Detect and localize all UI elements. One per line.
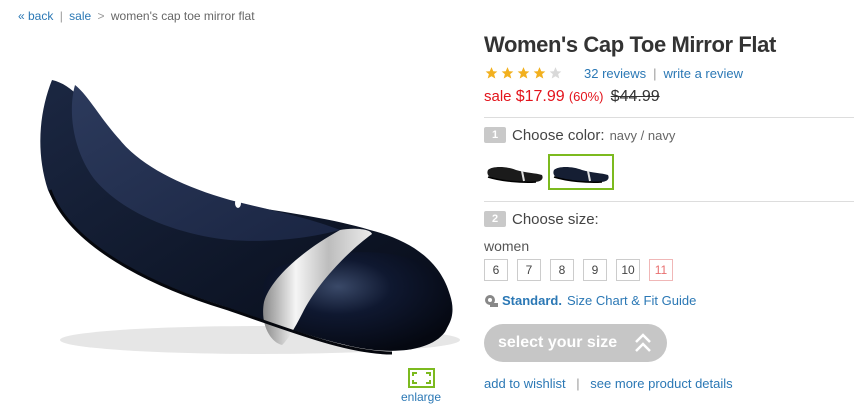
size-option[interactable]: 7 — [517, 259, 541, 281]
step-number: 2 — [484, 211, 506, 227]
size-option-unavailable[interactable]: 11 — [649, 259, 673, 281]
original-price: $44.99 — [610, 88, 660, 105]
back-link[interactable]: « back — [18, 9, 53, 23]
size-options: 6 7 8 9 10 11 — [484, 259, 854, 281]
color-value: navy / navy — [609, 127, 676, 143]
write-review-link[interactable]: write a review — [664, 66, 743, 81]
measuring-tape-icon — [485, 294, 498, 307]
navy-shoe-thumbnail — [553, 167, 609, 183]
size-section: 2 Choose size: women 6 7 8 9 10 11 — [484, 208, 854, 281]
separator: | — [653, 65, 657, 81]
navy-flat-shoe-image — [40, 80, 460, 355]
discount-percent: (60%) — [568, 89, 604, 104]
size-chart-link[interactable]: Size Chart & Fit Guide — [567, 293, 696, 308]
breadcrumb: « back | sale > women's cap toe mirror f… — [18, 9, 255, 23]
breadcrumb-current: women's cap toe mirror flat — [110, 9, 255, 23]
breadcrumb-separator: | — [59, 9, 63, 23]
star-rating — [484, 66, 564, 80]
price-row: sale $17.99 (60%) $44.99 — [484, 87, 854, 107]
divider — [484, 201, 854, 202]
black-shoe-thumbnail — [487, 167, 543, 183]
size-option[interactable]: 9 — [583, 259, 607, 281]
divider — [484, 117, 854, 118]
select-size-label: select your size — [498, 334, 618, 351]
size-option[interactable]: 6 — [484, 259, 508, 281]
step-number: 1 — [484, 127, 506, 143]
breadcrumb-separator: > — [97, 9, 105, 23]
product-details-link[interactable]: see more product details — [590, 376, 732, 391]
star-filled-icon — [517, 67, 530, 79]
expand-icon — [407, 368, 435, 388]
reviews-link[interactable]: 32 reviews — [584, 66, 646, 81]
choose-size-label: Choose size: — [512, 210, 599, 228]
enlarge-button[interactable]: enlarge — [398, 368, 444, 404]
breadcrumb-sale-link[interactable]: sale — [69, 9, 91, 23]
size-option[interactable]: 10 — [616, 259, 640, 281]
add-to-wishlist-link[interactable]: add to wishlist — [484, 376, 566, 391]
sale-label: sale — [484, 88, 512, 105]
choose-color-label: Choose color: — [512, 126, 605, 144]
bottom-links: add to wishlist | see more product detai… — [484, 376, 854, 391]
double-chevron-up-icon — [635, 333, 651, 352]
product-image[interactable] — [20, 40, 460, 365]
enlarge-label: enlarge — [400, 390, 442, 404]
product-details: Women's Cap Toe Mirror Flat 32 reviews |… — [484, 30, 854, 391]
black-swatch[interactable] — [484, 156, 546, 188]
select-size-button[interactable]: select your size — [484, 324, 667, 362]
star-filled-icon — [501, 67, 514, 79]
color-section: 1 Choose color: navy / navy — [484, 124, 854, 190]
fit-guide-row: Standard. Size Chart & Fit Guide — [484, 293, 854, 308]
size-option[interactable]: 8 — [550, 259, 574, 281]
size-category: women — [484, 238, 530, 254]
star-empty-icon — [549, 67, 562, 79]
fit-standard-label: Standard. — [502, 293, 562, 308]
star-filled-icon — [485, 67, 498, 79]
star-filled-icon — [533, 67, 546, 79]
separator: | — [576, 376, 580, 391]
product-title: Women's Cap Toe Mirror Flat — [484, 32, 776, 57]
navy-swatch[interactable] — [548, 154, 614, 190]
rating-row: 32 reviews | write a review — [484, 63, 854, 83]
sale-price: $17.99 — [515, 88, 565, 105]
